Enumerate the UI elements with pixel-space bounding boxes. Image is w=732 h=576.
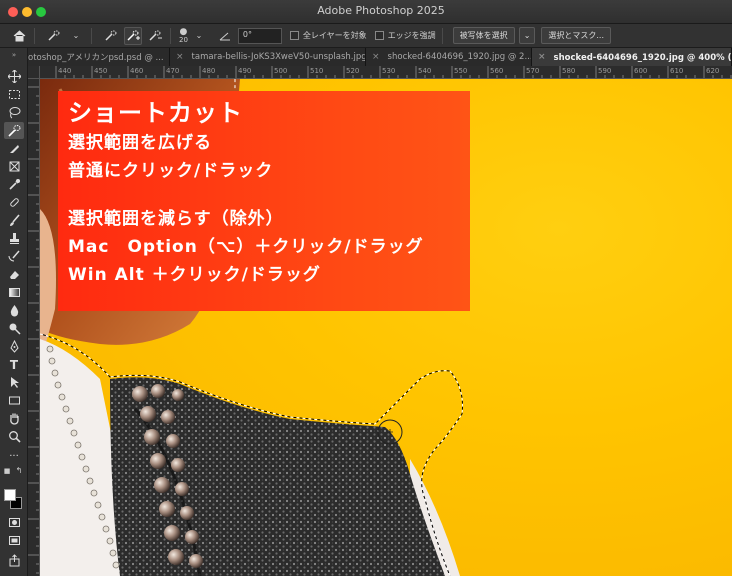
ruler-tick-label: 610 bbox=[670, 67, 684, 75]
ruler-tick-label: 490 bbox=[238, 67, 252, 75]
healing-brush-tool-icon[interactable] bbox=[4, 194, 24, 211]
tab-document-active[interactable]: × shocked-6404696_1920.jpg @ 400% (レイヤー … bbox=[532, 48, 732, 66]
close-tab-icon[interactable]: × bbox=[538, 52, 546, 62]
panel-collapse-icon[interactable]: » bbox=[4, 51, 24, 59]
quick-select-tool-preset-icon[interactable] bbox=[45, 27, 63, 45]
gradient-tool-icon[interactable] bbox=[4, 284, 24, 301]
brush-size-picker[interactable]: ● 20 bbox=[179, 26, 188, 44]
clone-stamp-tool-icon[interactable] bbox=[4, 230, 24, 247]
marquee-tool-icon[interactable] bbox=[4, 86, 24, 103]
brush-dot-icon: ● bbox=[179, 26, 188, 37]
enhance-edge-checkbox[interactable] bbox=[374, 31, 384, 40]
tools-panel: » T ··· ■ ↰ bbox=[0, 48, 28, 576]
caption-line-click-drag: 普通にクリック/ドラック bbox=[68, 161, 274, 181]
caption-title: ショートカット bbox=[68, 99, 243, 127]
eyedropper-tool-icon[interactable] bbox=[4, 176, 24, 193]
pen-tool-icon[interactable] bbox=[4, 338, 24, 355]
history-brush-tool-icon[interactable] bbox=[4, 248, 24, 265]
ruler-corner bbox=[28, 66, 40, 79]
quick-mask-icon[interactable] bbox=[4, 514, 24, 531]
horizontal-ruler[interactable]: 440 450 460 470 480 490 500 510 520 530 540 550 560 5… bbox=[40, 66, 732, 79]
angle-input[interactable]: 0° bbox=[237, 27, 282, 44]
shortcut-caption-box: ショートカット 選択範囲を広げる 普通にクリック/ドラック 選択範囲を減らす（除… bbox=[58, 91, 470, 311]
ruler-tick-label: 550 bbox=[454, 67, 468, 75]
lasso-tool-icon[interactable] bbox=[4, 104, 24, 121]
screen-mode-icon[interactable] bbox=[4, 532, 24, 549]
rectangle-tool-icon[interactable] bbox=[4, 392, 24, 409]
tab-label: shocked-6404696_1920.jpg @ 2... bbox=[387, 52, 532, 62]
home-icon[interactable] bbox=[10, 27, 28, 45]
eraser-tool-icon[interactable] bbox=[4, 266, 24, 283]
brush-size-value: 20 bbox=[179, 35, 188, 44]
ruler-tick-label: 510 bbox=[310, 67, 324, 75]
quick-selection-tool-icon[interactable] bbox=[4, 122, 24, 139]
chevron-down-icon[interactable]: ⌄ bbox=[67, 27, 85, 45]
caption-line-mac: Mac Option（⌥）＋クリック/ドラッグ bbox=[68, 237, 424, 257]
angle-icon bbox=[216, 27, 234, 45]
caption-line-expand: 選択範囲を広げる bbox=[68, 133, 212, 153]
ruler-tick-label: 520 bbox=[346, 67, 360, 75]
tab-document-3[interactable]: × shocked-6404696_1920.jpg @ 2... bbox=[366, 48, 532, 66]
foreground-color-swatch[interactable] bbox=[4, 489, 16, 501]
dodge-tool-icon[interactable] bbox=[4, 320, 24, 337]
ruler-tick-label: 450 bbox=[94, 67, 108, 75]
ruler-tick-label: 500 bbox=[274, 67, 288, 75]
brush-chevron-icon[interactable]: ⌄ bbox=[190, 27, 208, 45]
tab-label: tamara-bellis-JoKS3XweV50-unsplash.jpg bbox=[191, 52, 366, 62]
app-title: Adobe Photoshop 2025 bbox=[317, 4, 445, 17]
caption-line-subtract: 選択範囲を減らす（除外） bbox=[68, 209, 284, 229]
ruler-tick-label: 620 bbox=[706, 67, 720, 75]
default-colors-icon[interactable]: ■ bbox=[2, 462, 12, 479]
options-bar: ⌄ ● 20 ⌄ 0° 全レイヤーを対象 エッジを強調 被写体を選択 ⌄ 選択と… bbox=[0, 24, 732, 48]
ruler-tick-label: 560 bbox=[490, 67, 504, 75]
select-subject-dropdown-icon[interactable]: ⌄ bbox=[518, 27, 536, 44]
ruler-tick-label: 460 bbox=[130, 67, 144, 75]
pen-crop-tool-icon[interactable] bbox=[4, 140, 24, 157]
vertical-ruler[interactable] bbox=[28, 79, 40, 576]
close-tab-icon[interactable]: × bbox=[176, 52, 184, 62]
ruler-tick-label: 470 bbox=[166, 67, 180, 75]
ruler-tick-label: 590 bbox=[598, 67, 612, 75]
tab-document-2[interactable]: × tamara-bellis-JoKS3XweV50-unsplash.jpg bbox=[170, 48, 366, 66]
ruler-tick-label: 440 bbox=[58, 67, 72, 75]
type-tool-icon[interactable]: T bbox=[4, 356, 24, 373]
share-icon[interactable] bbox=[4, 552, 24, 569]
path-selection-tool-icon[interactable] bbox=[4, 374, 24, 391]
close-tab-icon[interactable]: × bbox=[372, 52, 380, 62]
hand-tool-icon[interactable] bbox=[4, 410, 24, 427]
ruler-tick-label: 570 bbox=[526, 67, 540, 75]
enhance-edge-label: エッジを強調 bbox=[387, 31, 436, 40]
ruler-tick-label: 480 bbox=[202, 67, 216, 75]
ruler-tick-label: 600 bbox=[634, 67, 648, 75]
sample-all-layers-label: 全レイヤーを対象 bbox=[302, 31, 367, 40]
ruler-tick-label: 580 bbox=[562, 67, 576, 75]
caption-line-win: Win Alt ＋クリック/ドラッグ bbox=[68, 265, 321, 285]
subtract-from-selection-icon[interactable] bbox=[146, 27, 164, 45]
document-tabs: otoshop_アメリカンpsd.psd @ ... × tamara-bell… bbox=[22, 48, 732, 66]
zoom-tool-icon[interactable] bbox=[4, 428, 24, 445]
select-subject-button[interactable]: 被写体を選択 bbox=[452, 27, 515, 44]
sample-all-layers-checkbox[interactable] bbox=[289, 31, 299, 40]
new-selection-icon[interactable] bbox=[102, 27, 120, 45]
ruler-tick-label: 540 bbox=[418, 67, 432, 75]
select-and-mask-button[interactable]: 選択とマスク... bbox=[541, 27, 612, 44]
tab-label: shocked-6404696_1920.jpg @ 400% (レイヤー 0,… bbox=[553, 53, 732, 63]
move-tool-icon[interactable] bbox=[4, 68, 24, 85]
swap-colors-icon[interactable]: ↰ bbox=[14, 462, 24, 479]
tab-label: otoshop_アメリカンpsd.psd @ ... bbox=[28, 53, 164, 63]
title-bar: Adobe Photoshop 2025 bbox=[0, 0, 732, 24]
add-to-selection-icon[interactable] bbox=[124, 26, 142, 45]
frame-tool-icon[interactable] bbox=[4, 158, 24, 175]
blur-tool-icon[interactable] bbox=[4, 302, 24, 319]
brush-tool-icon[interactable] bbox=[4, 212, 24, 229]
tab-document-1[interactable]: otoshop_アメリカンpsd.psd @ ... bbox=[22, 48, 170, 66]
ruler-tick-label: 530 bbox=[382, 67, 396, 75]
